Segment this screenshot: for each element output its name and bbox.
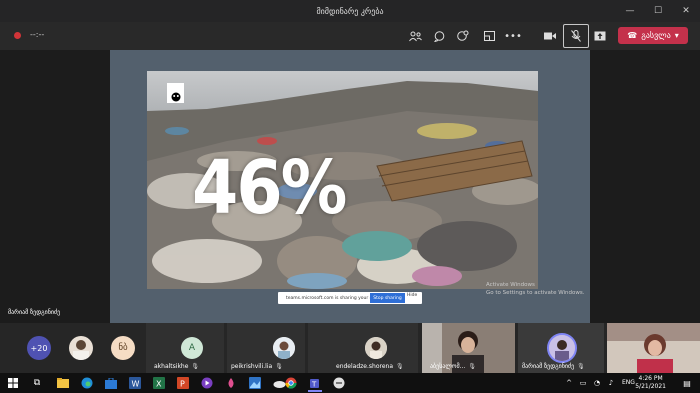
participant-name: endeladze.shorena 🎙 [336,363,404,370]
clock-time: 4:26 PM [638,375,663,382]
file-explorer-icon[interactable] [56,376,70,390]
minimize-icon[interactable]: — [616,0,644,22]
avatar [547,333,577,363]
show-hidden-icons-icon[interactable]: ^ [562,376,576,390]
photos-icon[interactable] [248,376,262,390]
svg-text:X: X [156,380,162,389]
title-bar: მიმდინარე კრება — ☐ ✕ [0,0,700,22]
task-view-icon[interactable]: ⧉ [30,376,44,390]
windows-start-icon[interactable] [6,376,20,390]
teams-icon[interactable]: T [308,376,322,392]
participant-name-text: peikrishvili.lia [231,363,273,370]
volume-icon[interactable]: ♪ [604,376,618,390]
edge-browser-icon[interactable] [80,376,94,390]
participant-tile[interactable]: მარიამ ზედგინიძე 🎙 [518,323,604,373]
chrome-icon[interactable] [284,376,298,390]
participant-name: akhaltsikhe 🎙 [154,363,199,370]
participant-name-text: აბესალომ... [430,363,466,370]
clock-date: 5/21/2021 [635,383,666,390]
participant-tile[interactable]: peikrishvili.lia 🎙 [227,323,305,373]
presenter-name: მარიამ ზედგინიძე [8,309,61,316]
meeting-toolbar: --:-- ••• ☎ გასვლა ▾ [0,22,700,50]
watermark-line-2: Go to Settings to activate Windows. [486,290,585,296]
store-icon[interactable] [104,376,118,390]
wwf-logo [167,83,184,103]
maximize-icon[interactable]: ☐ [644,0,672,22]
reactions-icon[interactable] [455,28,471,44]
stop-sharing-button[interactable]: Stop sharing [370,293,405,303]
avatar [69,336,93,360]
activate-windows-watermark: Activate Windows Go to Settings to activ… [486,281,585,297]
avatar-initials: ნბ [118,343,128,353]
participants-icon[interactable] [407,28,423,44]
network-icon[interactable]: ▭ [576,376,590,390]
windows-taskbar: ⧉ W X P T ^ ▭ ◔ ♪ ENG 4:26 PM 5/21/2021 … [0,373,700,393]
paint-icon[interactable] [224,376,238,390]
svg-text:P: P [180,380,185,389]
participant-tile[interactable]: A akhaltsikhe 🎙 [146,323,224,373]
participant-name-text: akhaltsikhe [154,363,189,370]
system-clock[interactable]: 4:26 PM 5/21/2021 [635,375,666,391]
mic-off-icon: 🎙 [577,363,585,370]
svg-text:T: T [311,381,317,389]
participant-tile[interactable]: endeladze.shorena 🎙 [308,323,418,373]
avatar-initials: A [188,343,196,353]
overflow-participants-button[interactable]: +20 [27,336,51,360]
phone-hangup-icon: ☎ [627,31,638,40]
participant-video-tile[interactable]: აბესალომ... 🎙 [422,323,515,373]
mic-off-icon: 🎙 [396,363,404,370]
mic-off-icon: 🎙 [468,363,476,370]
input-language[interactable]: ENG [622,379,635,386]
share-screen-icon[interactable] [592,28,608,44]
close-icon[interactable]: ✕ [672,0,700,22]
powerpoint-icon[interactable]: P [176,376,190,390]
meeting-timer: --:-- [30,30,45,39]
avatar: A [181,337,203,359]
avatar [365,337,387,359]
camera-icon[interactable] [542,28,558,44]
mic-off-icon: 🎙 [191,363,200,370]
hide-button[interactable]: Hide [407,293,417,298]
slide-percentage: 46% [192,145,347,231]
participant-name-text: endeladze.shorena [336,363,393,370]
participant-name: peikrishvili.lia 🎙 [231,363,283,370]
window-title: მიმდინარე კრება [316,6,384,16]
wifi-icon[interactable]: ◔ [590,376,604,390]
pinned-app-icon[interactable] [332,376,346,390]
participant-name-text: მარიამ ზედგინიძე [522,363,575,370]
overflow-count: +20 [30,343,48,353]
chevron-down-icon[interactable]: ▾ [675,31,679,40]
excel-icon[interactable]: X [152,376,166,390]
watermark-line-1: Activate Windows [486,282,535,288]
word-icon[interactable]: W [128,376,142,390]
participant-name: მარიამ ზედგინიძე 🎙 [522,363,585,370]
chat-icon[interactable] [431,28,447,44]
mic-off-icon: 🎙 [275,363,283,370]
participant-name: აბესალომ... 🎙 [430,363,476,370]
recording-dot-icon [14,32,21,39]
leave-button[interactable]: ☎ გასვლა ▾ [618,27,688,44]
mute-mic-button[interactable] [563,24,589,48]
more-actions-icon[interactable]: ••• [504,28,522,44]
svg-text:W: W [132,380,140,389]
media-app-icon[interactable] [200,376,214,390]
breakout-rooms-icon[interactable] [481,28,497,44]
avatar [273,337,295,359]
notifications-icon[interactable]: ▤ [680,376,694,390]
avatar: ნბ [111,336,135,360]
leave-label: გასვლა [641,31,671,40]
self-video-tile[interactable] [607,323,700,373]
